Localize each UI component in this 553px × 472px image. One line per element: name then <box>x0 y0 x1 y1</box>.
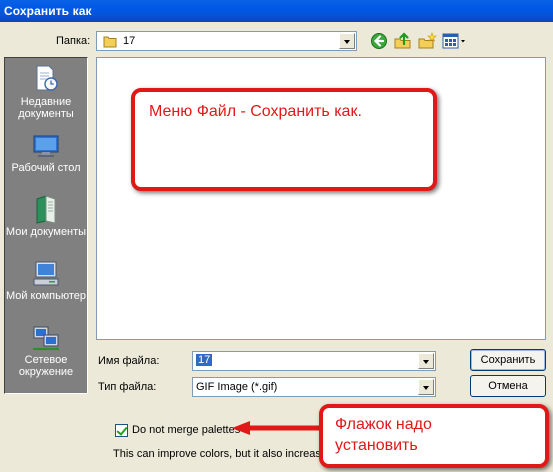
my-computer-icon <box>33 261 59 286</box>
place-my-documents[interactable]: Мои документы <box>5 194 87 238</box>
my-documents-icon <box>36 195 56 224</box>
window-title: Сохранить как <box>4 4 92 18</box>
place-my-documents-label: Мои документы <box>5 226 87 238</box>
annotation-text-menu: Меню Файл - Сохранить как. <box>149 103 362 120</box>
folder-value: 17 <box>123 35 136 47</box>
desktop-icon <box>33 135 59 157</box>
filetype-label: Тип файла: <box>98 381 157 393</box>
recent-documents-icon <box>36 65 58 91</box>
back-button[interactable] <box>369 31 391 51</box>
places-bar: Недавние документы Рабочий стол Мои доку… <box>4 57 88 394</box>
new-folder-button[interactable] <box>417 31 439 51</box>
filetype-combo[interactable]: GIF Image (*.gif) <box>192 377 436 397</box>
folder-label: Папка: <box>56 35 91 47</box>
place-desktop[interactable]: Рабочий стол <box>5 134 87 174</box>
filetype-value: GIF Image (*.gif) <box>196 381 278 393</box>
filename-combo[interactable]: 17 <box>192 351 436 371</box>
view-menu-icon <box>442 33 465 49</box>
annotation-callout-checkbox: Флажок надо установить <box>319 404 549 468</box>
filetype-dropdown-button[interactable] <box>418 379 434 395</box>
save-button[interactable]: Сохранить <box>470 349 546 371</box>
place-my-computer[interactable]: Мой компьютер <box>5 260 87 302</box>
title-bar[interactable]: Сохранить как <box>0 0 553 22</box>
up-folder-button[interactable] <box>393 31 415 51</box>
view-menu-button[interactable] <box>441 31 469 51</box>
place-my-computer-label: Мой компьютер <box>5 290 87 302</box>
hint-text: This can improve colors, but it also inc… <box>113 448 333 460</box>
network-icon <box>33 326 59 351</box>
filename-value[interactable]: 17 <box>196 354 213 366</box>
annotation-arrow-icon <box>232 421 326 435</box>
folder-dropdown-button[interactable] <box>339 33 355 49</box>
new-folder-icon <box>418 32 437 49</box>
folder-combo[interactable]: 17 <box>96 31 357 51</box>
filename-dropdown-button[interactable] <box>418 353 434 369</box>
filename-label: Имя файла: <box>98 355 160 367</box>
cancel-button[interactable]: Отмена <box>470 375 546 397</box>
place-recent-documents[interactable]: Недавние документы <box>5 64 87 120</box>
place-recent-documents-label: Недавние документы <box>18 96 74 120</box>
annotation-text-checkbox-line1: Флажок надо <box>335 416 432 433</box>
annotation-callout-menu: Меню Файл - Сохранить как. <box>131 88 437 191</box>
folder-icon <box>103 36 117 48</box>
annotation-text-checkbox-line2: установить <box>335 437 418 454</box>
merge-palettes-checkbox[interactable] <box>115 424 128 437</box>
place-network[interactable]: Сетевое окружение <box>5 324 87 378</box>
back-arrow-icon <box>371 33 387 49</box>
up-folder-icon <box>394 32 411 49</box>
merge-palettes-label: Do not merge palettes <box>132 424 241 436</box>
place-network-label: Сетевое окружение <box>18 354 74 378</box>
place-desktop-label: Рабочий стол <box>11 162 81 174</box>
